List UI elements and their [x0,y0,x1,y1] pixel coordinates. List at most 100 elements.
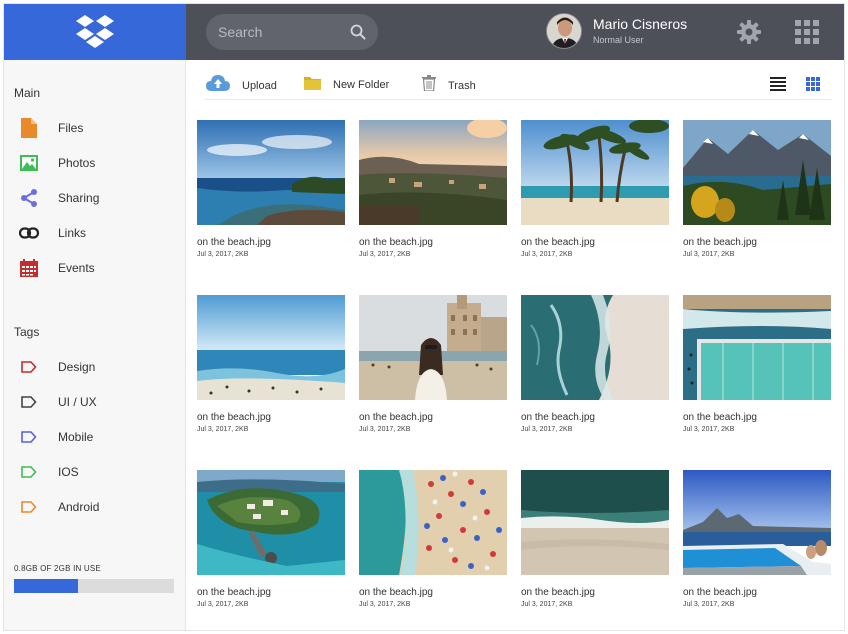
file-thumbnail[interactable] [683,470,831,575]
sidebar-item-sharing[interactable]: Sharing [18,186,99,210]
file-name: on the beach.jpg [197,412,271,423]
trash-icon [422,75,436,96]
sidebar-item-label: Files [58,121,84,135]
file-name: on the beach.jpg [359,587,433,598]
search-icon[interactable] [350,24,366,40]
file-name: on the beach.jpg [197,587,271,598]
sidebar: Main Files Photos Sharing Links Events T… [4,60,186,630]
new-folder-label: New Folder [333,79,390,91]
file-card[interactable]: on the beach.jpg Jul 3, 2017, 2KB [521,120,669,258]
user-name: Mario Cisneros [593,16,688,32]
share-icon [18,187,40,209]
search-box[interactable] [206,14,378,50]
file-thumbnail[interactable] [521,470,669,575]
sidebar-item-photos[interactable]: Photos [18,151,95,175]
file-thumbnail[interactable] [359,295,507,400]
file-meta: Jul 3, 2017, 2KB [683,251,735,258]
calendar-icon [18,257,40,279]
storage-usage-label: 0.8GB OF 2GB IN USE [14,564,101,573]
file-thumbnail[interactable] [359,120,507,225]
sidebar-item-files[interactable]: Files [18,116,83,140]
tag-icon [18,426,40,448]
image-icon [18,152,40,174]
user-profile[interactable]: Mario Cisneros Normal User [546,13,687,49]
file-meta: Jul 3, 2017, 2KB [683,601,735,608]
settings-gear-icon[interactable] [736,19,762,45]
file-meta: Jul 3, 2017, 2KB [521,251,573,258]
trash-button[interactable]: Trash [422,75,476,96]
app-window: Mario Cisneros Normal User [3,3,845,631]
file-thumbnail[interactable] [521,295,669,400]
tag-label: UI / UX [58,395,97,409]
dropbox-logo[interactable] [4,4,186,60]
file-card[interactable]: on the beach.jpg Jul 3, 2017, 2KB [521,295,669,433]
upload-button[interactable]: Upload [206,75,277,96]
file-meta: Jul 3, 2017, 2KB [197,601,249,608]
list-view-icon[interactable] [770,77,786,96]
file-card[interactable]: on the beach.jpg Jul 3, 2017, 2KB [359,295,507,433]
file-card[interactable]: on the beach.jpg Jul 3, 2017, 2KB [197,295,345,433]
file-thumbnail[interactable] [521,120,669,225]
file-name: on the beach.jpg [683,587,757,598]
tag-icon [18,356,40,378]
file-thumbnail[interactable] [197,120,345,225]
avatar[interactable] [546,13,582,49]
file-thumbnail[interactable] [683,295,831,400]
sidebar-item-label: Photos [58,156,96,170]
file-meta: Jul 3, 2017, 2KB [521,426,573,433]
file-card[interactable]: on the beach.jpg Jul 3, 2017, 2KB [683,120,831,258]
tag-item-ios[interactable]: IOS [18,460,79,484]
upload-label: Upload [242,79,277,92]
storage-progress-bar [14,579,174,593]
file-thumbnail[interactable] [197,295,345,400]
user-role: Normal User [593,35,644,45]
new-folder-button[interactable]: New Folder [304,75,389,95]
sidebar-item-label: Events [58,261,95,275]
tag-item-mobile[interactable]: Mobile [18,425,93,449]
file-card[interactable]: on the beach.jpg Jul 3, 2017, 2KB [683,295,831,433]
tag-icon [18,461,40,483]
dropbox-logo-icon [76,15,114,48]
file-name: on the beach.jpg [359,412,433,423]
file-name: on the beach.jpg [521,237,595,248]
file-name: on the beach.jpg [683,237,757,248]
file-meta: Jul 3, 2017, 2KB [359,251,411,258]
top-bar: Mario Cisneros Normal User [186,4,844,60]
file-card[interactable]: on the beach.jpg Jul 3, 2017, 2KB [521,470,669,608]
tag-item-ui-ux[interactable]: UI / UX [18,390,97,414]
file-card[interactable]: on the beach.jpg Jul 3, 2017, 2KB [359,120,507,258]
tag-icon [18,391,40,413]
file-toolbar: Upload New Folder Trash [204,70,832,100]
file-card[interactable]: on the beach.jpg Jul 3, 2017, 2KB [197,120,345,258]
file-card[interactable]: on the beach.jpg Jul 3, 2017, 2KB [197,470,345,608]
file-card[interactable]: on the beach.jpg Jul 3, 2017, 2KB [359,470,507,608]
file-meta: Jul 3, 2017, 2KB [521,601,573,608]
file-meta: Jul 3, 2017, 2KB [197,426,249,433]
sidebar-item-label: Sharing [58,191,100,205]
sidebar-item-label: Links [58,226,87,240]
sidebar-item-links[interactable]: Links [18,221,86,245]
link-icon [18,222,40,244]
tag-icon [18,496,40,518]
apps-grid-icon[interactable] [795,20,819,44]
file-meta: Jul 3, 2017, 2KB [683,426,735,433]
file-name: on the beach.jpg [521,412,595,423]
sidebar-item-events[interactable]: Events [18,256,95,280]
tag-item-design[interactable]: Design [18,355,95,379]
file-meta: Jul 3, 2017, 2KB [197,251,249,258]
search-input[interactable] [218,24,338,40]
file-name: on the beach.jpg [197,237,271,248]
tag-item-android[interactable]: Android [18,495,99,519]
tag-label: Mobile [58,430,94,444]
trash-label: Trash [448,79,476,92]
file-thumbnail[interactable] [359,470,507,575]
tag-label: Android [58,500,100,514]
file-thumbnail[interactable] [197,470,345,575]
grid-view-icon[interactable] [806,77,820,96]
sidebar-tags-title: Tags [14,325,40,339]
folder-icon [304,75,321,95]
file-meta: Jul 3, 2017, 2KB [359,601,411,608]
file-card[interactable]: on the beach.jpg Jul 3, 2017, 2KB [683,470,831,608]
storage-progress-fill [14,579,78,593]
file-thumbnail[interactable] [683,120,831,225]
